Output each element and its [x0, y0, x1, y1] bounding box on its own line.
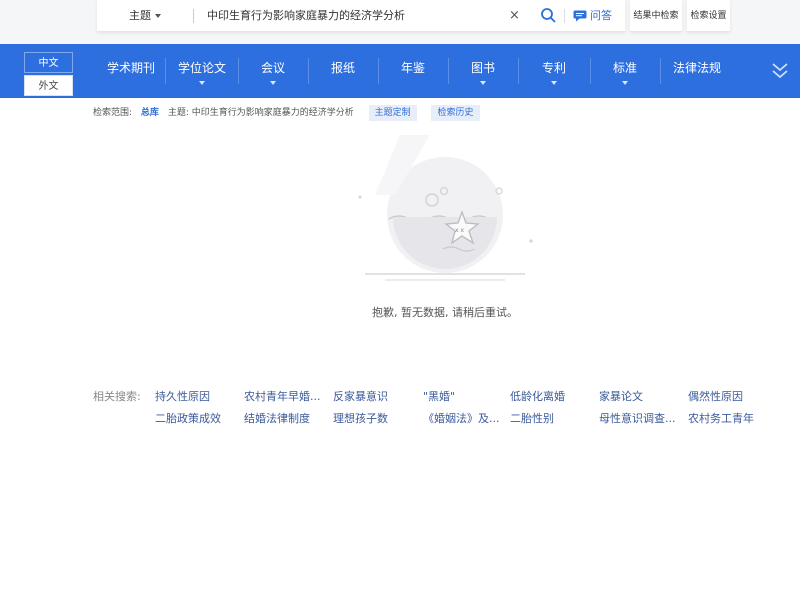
search-box: 主题 中印生育行为影响家庭暴力的经济学分析 × 问答: [97, 0, 625, 32]
qa-label: 问答: [590, 9, 612, 22]
empty-state-message: 抱歉, 暂无数据, 请稍后重试。: [372, 306, 518, 319]
clear-icon[interactable]: ×: [509, 0, 520, 32]
nav-item-label: 学术期刊: [106, 61, 155, 75]
search-scope-select[interactable]: 主题: [129, 0, 161, 32]
scope-library[interactable]: 总库: [141, 108, 159, 118]
nav-item-5[interactable]: 图书: [448, 44, 518, 98]
related-search-link[interactable]: 结婚法律制度: [244, 410, 310, 426]
qa-divider: [564, 9, 565, 23]
nav-item-label: 专利: [541, 61, 566, 75]
search-within-results-button[interactable]: 结果中检索: [630, 0, 682, 32]
language-switch: 中文 外文: [24, 52, 73, 96]
nav-item-3[interactable]: 报纸: [308, 44, 378, 98]
lang-foreign-tab[interactable]: 外文: [24, 75, 73, 96]
nav-item-label: 图书: [470, 61, 495, 75]
caret-down-icon: [480, 81, 486, 85]
nav-item-label: 年鉴: [400, 61, 425, 75]
nav-item-label: 会议: [260, 61, 285, 75]
nav-separator: [308, 58, 309, 84]
related-search-link[interactable]: 持久性原因: [155, 388, 210, 404]
expand-icon[interactable]: [770, 58, 790, 82]
search-history-button[interactable]: 检索历史: [431, 105, 480, 121]
nav-separator: [378, 58, 379, 84]
related-search-link[interactable]: 农村青年早婚...: [244, 388, 321, 404]
related-search-link[interactable]: 二胎政策成效: [155, 410, 221, 426]
search-scope-label: 主题: [129, 9, 151, 22]
double-chevron-down-icon: [772, 63, 788, 79]
lang-chinese-tab[interactable]: 中文: [24, 52, 73, 73]
nav-separator: [448, 58, 449, 84]
nav-item-1[interactable]: 学位论文: [165, 44, 239, 98]
svg-text:x x: x x: [455, 227, 464, 234]
nav-item-label: 标准: [612, 61, 637, 75]
caret-down-icon: [199, 81, 205, 85]
nav-item-label: 学位论文: [177, 61, 226, 75]
search-icon: [541, 8, 556, 23]
chat-bubble-icon: [573, 10, 587, 22]
search-button[interactable]: [540, 7, 556, 23]
search-input[interactable]: 中印生育行为影响家庭暴力的经济学分析: [207, 0, 405, 32]
related-search-link[interactable]: 低龄化离婚: [510, 388, 565, 404]
nav-item-2[interactable]: 会议: [238, 44, 308, 98]
main-nav: 中文 外文 学术期刊 学位论文 会议 报纸 年鉴 图书 专利 标准 法律法规: [0, 44, 800, 98]
caret-down-icon: [270, 81, 276, 85]
related-search-link[interactable]: "黑婚": [423, 388, 455, 404]
related-searches-label: 相关搜索:: [93, 390, 141, 403]
topic-customize-button[interactable]: 主题定制: [368, 105, 417, 121]
nav-separator: [165, 58, 166, 84]
nav-separator: [238, 58, 239, 84]
nav-item-0[interactable]: 学术期刊: [92, 44, 170, 98]
nav-item-8[interactable]: 法律法规: [660, 44, 734, 98]
related-search-link[interactable]: 家暴论文: [599, 388, 643, 404]
related-search-link[interactable]: 农村务工青年: [688, 410, 754, 426]
related-search-link[interactable]: 理想孩子数: [333, 410, 388, 426]
scope-topic: 主题: 中印生育行为影响家庭暴力的经济学分析: [167, 108, 354, 118]
nav-item-label: 报纸: [330, 61, 355, 75]
caret-down-icon: [155, 14, 161, 18]
caret-down-icon: [551, 81, 557, 85]
nav-item-label: 法律法规: [672, 61, 721, 75]
nav-item-7[interactable]: 标准: [590, 44, 660, 98]
search-scope-bar: 检索范围: 总库 主题: 中印生育行为影响家庭暴力的经济学分析 主题定制 检索历…: [93, 105, 486, 121]
empty-state-illustration: x x: [358, 135, 533, 281]
related-search-link[interactable]: 《婚姻法》及...: [423, 410, 500, 426]
scope-prefix: 检索范围:: [93, 108, 133, 118]
search-settings-button[interactable]: 检索设置: [687, 0, 730, 32]
related-search-link[interactable]: 母性意识调查...: [599, 410, 676, 426]
nav-separator: [518, 58, 519, 84]
related-search-link[interactable]: 偶然性原因: [688, 388, 743, 404]
related-search-link[interactable]: 反家暴意识: [333, 388, 388, 404]
nav-separator: [590, 58, 591, 84]
nav-item-4[interactable]: 年鉴: [378, 44, 448, 98]
search-divider: [193, 9, 194, 23]
nav-separator: [660, 58, 661, 84]
app-root: 主题 中印生育行为影响家庭暴力的经济学分析 × 问答 结果中检索 检索设置 中文…: [0, 0, 800, 600]
nav-item-6[interactable]: 专利: [518, 44, 590, 98]
related-search-link[interactable]: 二胎性别: [510, 410, 554, 426]
caret-down-icon: [622, 81, 628, 85]
qa-button[interactable]: 问答: [573, 0, 612, 32]
